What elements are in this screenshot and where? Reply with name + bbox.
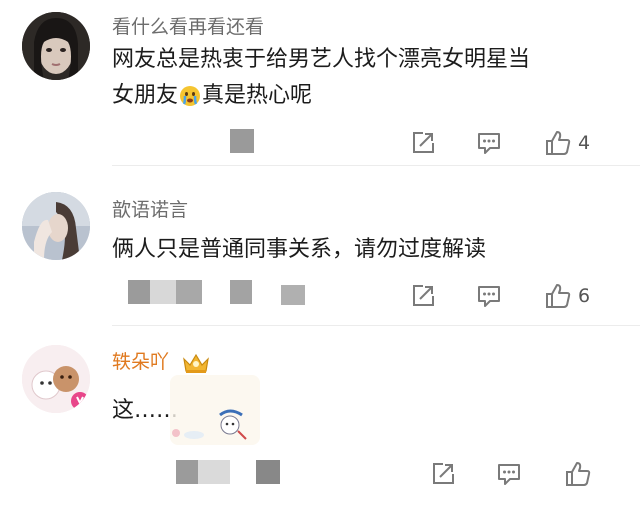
blurred-image xyxy=(230,129,254,153)
comment-actions xyxy=(410,458,640,490)
blurred-image xyxy=(176,460,230,484)
comment-item-2: 歆语诺言 俩人只是普通同事关系，请勿过度解读 6 xyxy=(0,180,640,320)
crown-badge-icon xyxy=(181,351,211,375)
sticker-decoration xyxy=(150,375,260,445)
thumbs-up-icon xyxy=(566,462,591,486)
avatar[interactable] xyxy=(22,345,90,413)
username[interactable]: 轶朵吖 xyxy=(112,347,211,375)
share-button[interactable] xyxy=(410,280,436,312)
reply-button[interactable] xyxy=(496,458,522,490)
comment-text-line-2: 女朋友 真是热心呢 xyxy=(112,83,313,108)
share-icon xyxy=(433,463,454,484)
blurred-image xyxy=(256,460,280,484)
comment-actions: 4 xyxy=(410,127,640,159)
share-icon xyxy=(413,285,434,306)
divider xyxy=(112,325,640,326)
comment-text: 网友总是热衷于给男艺人找个漂亮女明星当 女朋友 真是热心呢 xyxy=(112,42,632,114)
blurred-image xyxy=(281,285,305,305)
comment-text: 俩人只是普通同事关系，请勿过度解读 xyxy=(112,237,487,262)
comment-text-line-1: 网友总是热衷于给男艺人找个漂亮女明星当 xyxy=(112,47,531,72)
avatar[interactable] xyxy=(22,12,90,80)
comment-item-1: 看什么看再看还看 网友总是热衷于给男艺人找个漂亮女明星当 女朋友 真是热心呢 4 xyxy=(0,0,640,160)
thumbs-up-icon xyxy=(546,131,571,155)
comment-actions: 6 xyxy=(410,280,640,312)
comment-item-3: 轶朵吖 这…… xyxy=(0,335,640,507)
reply-button[interactable] xyxy=(476,127,502,159)
like-button[interactable]: 4 xyxy=(544,127,590,159)
username[interactable]: 看什么看再看还看 xyxy=(112,12,264,39)
share-icon xyxy=(413,132,434,153)
like-button[interactable]: 6 xyxy=(544,280,590,312)
reply-icon xyxy=(478,286,500,307)
divider xyxy=(112,165,640,166)
blurred-image xyxy=(230,280,252,304)
crying-emoji-icon xyxy=(179,85,201,107)
reply-button[interactable] xyxy=(476,280,502,312)
reply-icon xyxy=(498,464,520,485)
blurred-image xyxy=(128,280,202,304)
avatar[interactable] xyxy=(22,192,90,260)
like-count: 4 xyxy=(578,132,591,154)
share-button[interactable] xyxy=(410,127,436,159)
like-count: 6 xyxy=(578,285,591,307)
thumbs-up-icon xyxy=(546,284,571,308)
like-button[interactable] xyxy=(564,458,598,490)
reply-icon xyxy=(478,133,500,154)
username[interactable]: 歆语诺言 xyxy=(112,195,188,222)
share-button[interactable] xyxy=(430,458,456,490)
